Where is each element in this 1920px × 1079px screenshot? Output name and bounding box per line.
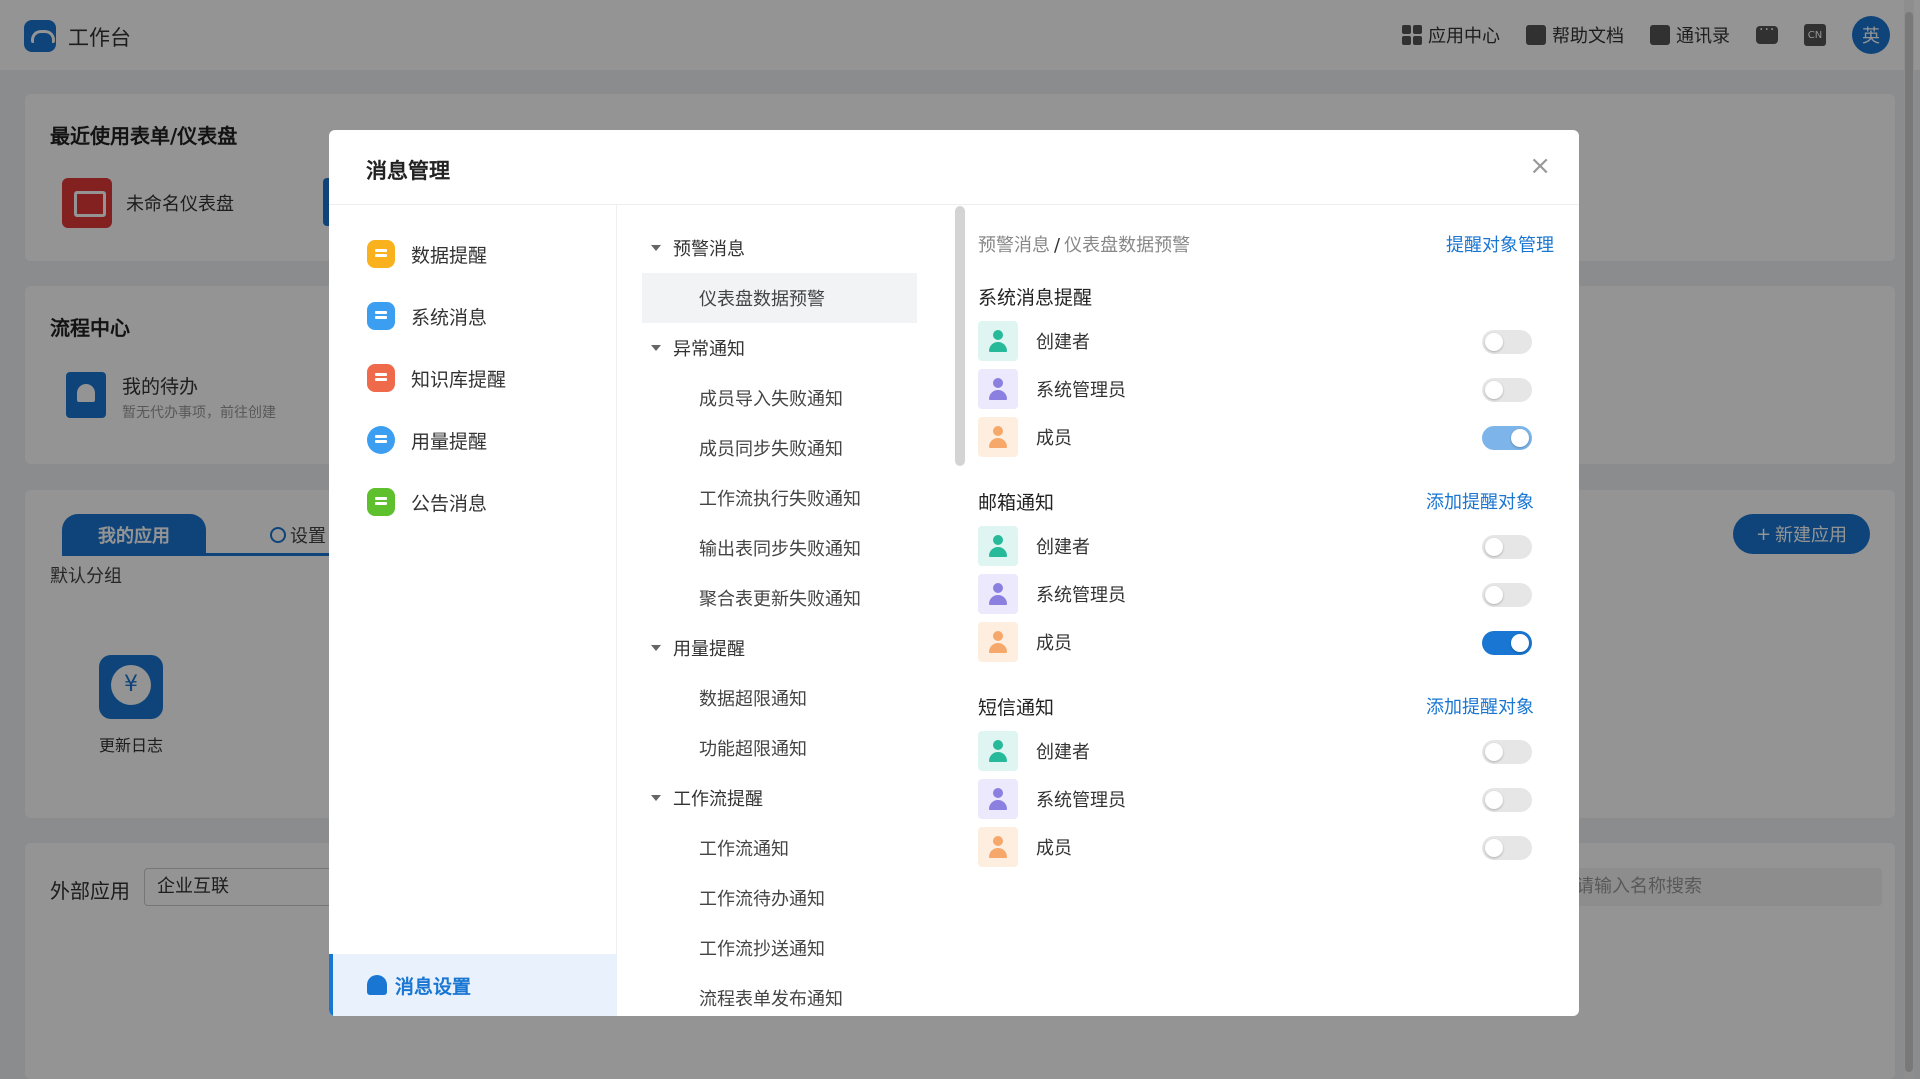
breadcrumb-parent[interactable]: 预警消息 (978, 235, 1050, 256)
modal-title: 消息管理 (366, 159, 450, 183)
message-type-tree: 预警消息 仪表盘数据预警 异常通知 成员导入失败通知 成员同步失败通知 工作流执… (617, 205, 939, 1016)
nav-message-settings[interactable]: 消息设置 (329, 954, 617, 1016)
knowledge-base-icon (367, 364, 395, 392)
nav-label: 数据提醒 (411, 244, 488, 267)
tree-group-alert[interactable]: 预警消息 (617, 223, 939, 273)
tree-item-output-sync-fail[interactable]: 输出表同步失败通知 (617, 523, 939, 573)
nav-knowledge-base[interactable]: 知识库提醒 (329, 347, 616, 409)
row-label: 成员 (1036, 428, 1072, 449)
creator-icon (978, 731, 1018, 771)
tree-item-workflow-exec-fail[interactable]: 工作流执行失败通知 (617, 473, 939, 523)
admin-icon (978, 574, 1018, 614)
nav-announcement[interactable]: 公告消息 (329, 471, 616, 533)
tree-item-member-import-fail[interactable]: 成员导入失败通知 (617, 373, 939, 423)
breadcrumb-separator: / (1054, 235, 1061, 256)
nav-usage[interactable]: 用量提醒 (329, 409, 616, 471)
toggle-switch[interactable] (1482, 740, 1532, 764)
tree-group-exception[interactable]: 异常通知 (617, 323, 939, 373)
toggle-switch[interactable] (1482, 836, 1532, 860)
nav-label: 知识库提醒 (411, 368, 507, 391)
tree-scrollbar[interactable] (955, 206, 965, 466)
section-title-email: 邮箱通知 (978, 492, 1055, 514)
caret-down-icon (651, 795, 661, 801)
row-label: 系统管理员 (1036, 790, 1126, 811)
modal-header: 消息管理 × (329, 130, 1579, 205)
usage-icon (367, 426, 395, 454)
row-label: 创建者 (1036, 332, 1090, 353)
tree-item-workflow-todo[interactable]: 工作流待办通知 (617, 873, 939, 923)
add-recipient-link[interactable]: 添加提醒对象 (1426, 693, 1534, 719)
tree-item-workflow-cc[interactable]: 工作流抄送通知 (617, 923, 939, 973)
toggle-switch[interactable] (1482, 788, 1532, 812)
nav-label: 用量提醒 (411, 430, 488, 453)
row-system-creator: 创建者 (978, 320, 1532, 362)
tree-item-form-publish[interactable]: 流程表单发布通知 (617, 973, 939, 1016)
toggle-switch[interactable] (1482, 583, 1532, 607)
row-sms-creator: 创建者 (978, 730, 1532, 772)
creator-icon (978, 526, 1018, 566)
manage-recipients-link[interactable]: 提醒对象管理 (1446, 231, 1554, 257)
close-icon[interactable]: × (1529, 153, 1551, 179)
member-icon (978, 417, 1018, 457)
creator-icon (978, 321, 1018, 361)
message-nav: 数据提醒 系统消息 知识库提醒 用量提醒 公告消息 消息设置 (329, 205, 617, 1016)
nav-system-message[interactable]: 系统消息 (329, 285, 616, 347)
settings-content: 预警消息 / 仪表盘数据预警 提醒对象管理 系统消息提醒 创建者 系统管理员 成员 … (978, 205, 1558, 1016)
tree-group-workflow[interactable]: 工作流提醒 (617, 773, 939, 823)
row-label: 系统管理员 (1036, 380, 1126, 401)
row-email-member: 成员 (978, 621, 1532, 663)
row-label: 成员 (1036, 838, 1072, 859)
row-email-creator: 创建者 (978, 525, 1532, 567)
section-title-system: 系统消息提醒 (978, 287, 1093, 309)
tree-item-workflow-notice[interactable]: 工作流通知 (617, 823, 939, 873)
breadcrumb: 预警消息 / 仪表盘数据预警 (978, 231, 1190, 257)
row-system-member: 成员 (978, 416, 1532, 458)
tree-group-usage[interactable]: 用量提醒 (617, 623, 939, 673)
breadcrumb-current: 仪表盘数据预警 (1064, 235, 1191, 256)
toggle-switch[interactable] (1482, 378, 1532, 402)
admin-icon (978, 369, 1018, 409)
row-sms-admin: 系统管理员 (978, 778, 1532, 820)
tree-group-label: 异常通知 (673, 339, 745, 360)
tree-item-feature-over-limit[interactable]: 功能超限通知 (617, 723, 939, 773)
tree-item-dashboard-alert[interactable]: 仪表盘数据预警 (642, 273, 917, 323)
member-icon (978, 622, 1018, 662)
admin-icon (978, 779, 1018, 819)
row-sms-member: 成员 (978, 826, 1532, 868)
tree-item-data-over-limit[interactable]: 数据超限通知 (617, 673, 939, 723)
tree-group-label: 预警消息 (673, 239, 745, 260)
row-label: 系统管理员 (1036, 585, 1126, 606)
row-system-admin: 系统管理员 (978, 368, 1532, 410)
nav-label: 公告消息 (411, 492, 488, 515)
toggle-switch[interactable] (1482, 330, 1532, 354)
tree-group-label: 工作流提醒 (673, 789, 763, 810)
row-label: 创建者 (1036, 742, 1090, 763)
announcement-icon (367, 488, 395, 516)
nav-data-reminder[interactable]: 数据提醒 (329, 223, 616, 285)
tree-item-member-sync-fail[interactable]: 成员同步失败通知 (617, 423, 939, 473)
tree-item-aggregate-update-fail[interactable]: 聚合表更新失败通知 (617, 573, 939, 623)
row-label: 创建者 (1036, 537, 1090, 558)
member-icon (978, 827, 1018, 867)
caret-down-icon (651, 245, 661, 251)
toggle-switch[interactable] (1482, 535, 1532, 559)
caret-down-icon (651, 645, 661, 651)
message-management-modal: 消息管理 × 数据提醒 系统消息 知识库提醒 用量提醒 公告消息 消息设置 预警… (329, 130, 1579, 1016)
row-email-admin: 系统管理员 (978, 573, 1532, 615)
toggle-switch[interactable] (1482, 426, 1532, 450)
system-message-icon (367, 302, 395, 330)
nav-settings-label: 消息设置 (395, 975, 472, 998)
data-reminder-icon (367, 240, 395, 268)
bell-icon (367, 975, 387, 995)
nav-label: 系统消息 (411, 306, 488, 329)
caret-down-icon (651, 345, 661, 351)
add-recipient-link[interactable]: 添加提醒对象 (1426, 488, 1534, 514)
toggle-switch[interactable] (1482, 631, 1532, 655)
tree-group-label: 用量提醒 (673, 639, 745, 660)
row-label: 成员 (1036, 633, 1072, 654)
section-title-sms: 短信通知 (978, 697, 1055, 719)
